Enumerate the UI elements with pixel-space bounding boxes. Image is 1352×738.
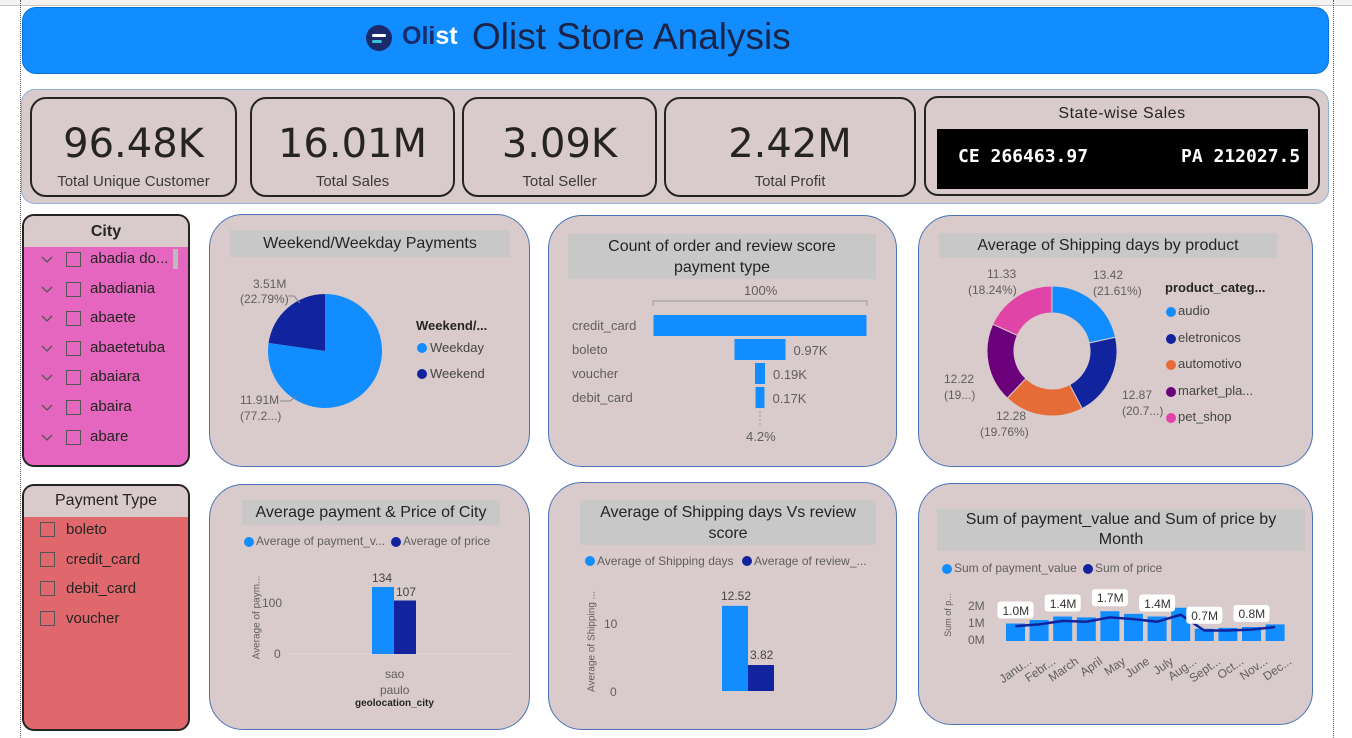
payment-slicer-label: voucher	[66, 609, 120, 627]
report-canvas: Olist Olist Store Analysis 96.48K Total …	[0, 0, 1352, 738]
checkbox[interactable]	[66, 281, 81, 297]
funnel-value-label: 0.97K	[793, 343, 828, 358]
payment-slicer-item[interactable]: credit_card	[40, 551, 180, 575]
city-slicer-label: abadiania	[90, 279, 156, 297]
funnel-category-label: debit_card	[572, 390, 633, 405]
city-slicer-label: abaiara	[90, 368, 141, 386]
checkbox[interactable]	[66, 429, 81, 445]
city-slicer-label: abaetetuba	[90, 338, 166, 356]
checkbox[interactable]	[66, 370, 81, 386]
data-label: 1.4M	[1144, 596, 1171, 611]
city-slicer-item[interactable]: abaira	[40, 398, 180, 422]
bar-value-label: 12.52	[721, 588, 752, 603]
chevron-down-icon[interactable]	[40, 342, 54, 356]
payment-slicer-label: credit_card	[66, 550, 141, 568]
city-slicer-label: abaete	[90, 309, 136, 327]
chevron-down-icon[interactable]	[40, 253, 54, 267]
payment-slicer-item[interactable]: boleto	[40, 521, 180, 545]
chevron-down-icon[interactable]	[40, 431, 54, 445]
data-label: 1.7M	[1096, 591, 1124, 606]
payment-slicer-label: boleto	[66, 521, 107, 538]
payment-slicer-item[interactable]: debit_card	[40, 580, 180, 604]
city-slicer-item[interactable]: abadia do...	[40, 250, 180, 274]
data-label: 0.8M	[1238, 607, 1266, 621]
monthly-combo-chart[interactable]	[0, 0, 1352, 738]
chevron-down-icon[interactable]	[40, 401, 54, 415]
city-slicer-item[interactable]: abaete	[40, 309, 180, 333]
data-label: 0.7M	[1191, 608, 1218, 623]
city-slicer-item[interactable]: abare	[40, 428, 180, 452]
city-slicer-item[interactable]: abaetetuba	[40, 339, 180, 363]
data-label: 1.4M	[1049, 596, 1077, 611]
city-slicer-label: abare	[90, 427, 129, 445]
city-slicer-item[interactable]: abaiara	[40, 368, 180, 392]
funnel-category-label: voucher	[572, 366, 619, 381]
checkbox[interactable]	[40, 551, 55, 567]
checkbox[interactable]	[40, 522, 55, 537]
chevron-down-icon[interactable]	[40, 283, 54, 297]
month-bar[interactable]	[1100, 611, 1120, 641]
funnel-category-label: credit_card	[572, 318, 637, 333]
chevron-down-icon[interactable]	[40, 371, 54, 385]
city-slicer-label: abadia do...	[90, 250, 169, 267]
chevron-down-icon[interactable]	[40, 312, 54, 326]
checkbox[interactable]	[40, 581, 55, 596]
payment-slicer-label: debit_card	[66, 580, 137, 597]
payment-slicer-item[interactable]: voucher	[40, 610, 180, 634]
funnel-category-label: boleto	[572, 342, 608, 357]
checkbox[interactable]	[66, 252, 81, 267]
bar-value-label: 107	[396, 584, 417, 599]
checkbox[interactable]	[66, 311, 81, 327]
checkbox[interactable]	[40, 610, 55, 626]
bar-value-label: 134	[372, 571, 393, 585]
checkbox[interactable]	[66, 400, 81, 415]
data-label: 1.0M	[1002, 603, 1030, 618]
city-slicer-label: abaira	[90, 398, 132, 415]
funnel-value-label: 0.17K	[772, 391, 807, 406]
bar-value-label: 3.82	[750, 648, 774, 663]
city-slicer-item[interactable]: abadiania	[40, 280, 180, 304]
funnel-value-label: 0.19K	[772, 367, 807, 382]
checkbox[interactable]	[66, 340, 81, 356]
